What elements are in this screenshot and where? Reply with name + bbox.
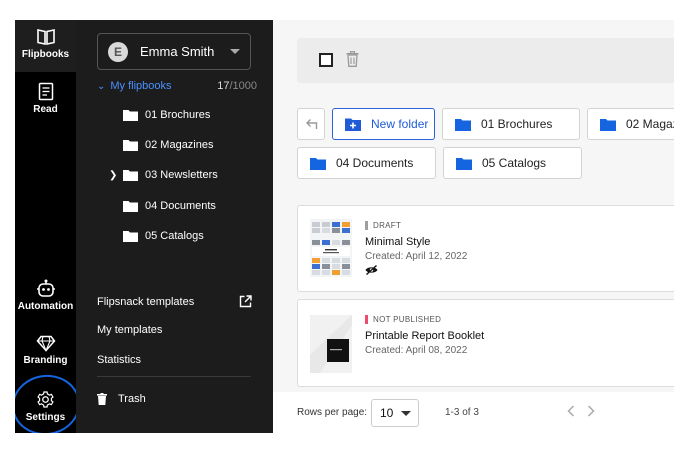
flipbook-title[interactable]: Printable Report Booklet [365,330,484,342]
book-open-icon [36,29,55,45]
user-account-select[interactable]: E Emma Smith [97,33,251,70]
robot-icon [36,279,55,297]
sidebar-divider [97,376,251,377]
my-flipbooks-label: My flipbooks [110,80,172,92]
caret-down-icon [401,410,412,416]
rows-per-page-value: 10 [380,406,394,420]
back-button[interactable] [297,108,325,140]
status-badge: NOT PUBLISHED [365,315,441,324]
status-label: NOT PUBLISHED [373,315,442,324]
page-info: 1-3 of 3 [445,407,479,418]
previous-page-icon[interactable] [566,404,576,418]
trash-icon[interactable] [346,51,359,67]
rail-item-read[interactable]: Read [15,82,76,115]
chevron-down-icon: ⌄ [97,80,106,92]
flipbook-created-date: Created: April 12, 2022 [365,251,468,262]
status-label: DRAFT [373,221,402,230]
select-all-checkbox[interactable] [319,53,333,67]
avatar: E [108,41,128,62]
rail-item-settings[interactable]: Settings [15,390,76,423]
sidebar-link-statistics[interactable]: Statistics [97,354,141,366]
app-window: Flipbooks Read Automation Branding Setti… [15,20,674,433]
sidebar-folder-brochures[interactable]: 01 Brochures [123,109,210,121]
flipbook-thumbnail [310,315,352,373]
status-badge: DRAFT [365,221,401,230]
folder-icon [455,118,471,131]
left-rail: Flipbooks Read Automation Branding Setti… [15,20,84,433]
add-folder-icon [345,118,361,131]
sidebar-folder-catalogs[interactable]: 05 Catalogs [123,230,204,242]
folder-icon [456,157,472,170]
folder-icon [123,231,138,242]
rail-label-flipbooks: Flipbooks [21,49,70,60]
folder-icon [123,170,138,181]
rail-item-flipbooks[interactable]: Flipbooks [15,20,76,72]
folder-icon [123,110,138,121]
flipbook-limit: /1000 [229,80,257,92]
eye-off-icon [365,265,378,275]
document-icon [38,82,53,101]
folder-chip-label: 04 Documents [336,156,414,170]
rail-item-branding[interactable]: Branding [15,335,76,366]
status-indicator [365,221,368,230]
flipbook-card[interactable]: DRAFT Minimal Style Created: April 12, 2… [297,205,674,292]
pagination-footer: Rows per page: 10 1-3 of 3 [273,392,674,433]
flipbook-thumbnail [310,219,352,277]
sidebar: E Emma Smith ⌄ My flipbooks 17/1000 01 B… [76,20,273,433]
back-arrow-icon [305,119,317,129]
sidebar-folder-newsletters[interactable]: ❯ 03 Newsletters [109,169,218,181]
folder-chip-label: 01 Brochures [481,117,553,131]
folder-chip-catalogs[interactable]: 05 Catalogs [443,147,582,179]
folder-label: 03 Newsletters [145,169,218,181]
sidebar-link-my-templates[interactable]: My templates [97,324,162,336]
folder-label: 01 Brochures [145,109,211,121]
rail-label-read: Read [33,104,58,115]
folder-chip-documents[interactable]: 04 Documents [297,147,436,179]
folder-chip-magazines[interactable]: 02 Magazines [587,108,674,140]
trash-icon [97,393,107,405]
folder-label: 04 Documents [145,200,216,212]
next-page-icon[interactable] [586,404,596,418]
folder-chip-label: 05 Catalogs [482,156,547,170]
diamond-icon [36,335,55,352]
new-folder-button[interactable]: New folder [332,108,435,140]
rows-per-page-label: Rows per page: [297,407,368,418]
rows-per-page-select[interactable]: 10 [371,399,419,427]
rail-item-automation[interactable]: Automation [15,279,76,312]
sidebar-folder-documents[interactable]: 04 Documents [123,200,216,212]
folder-icon [600,118,616,131]
status-indicator [365,315,368,324]
rail-label-settings: Settings [25,412,66,423]
chevron-right-icon[interactable]: ❯ [109,170,117,181]
new-folder-label: New folder [371,117,429,131]
my-flipbooks-header[interactable]: ⌄ My flipbooks 17/1000 [97,80,257,92]
sidebar-link-flipsnack-templates[interactable]: Flipsnack templates [97,296,194,308]
flipbook-card[interactable]: NOT PUBLISHED Printable Report Booklet C… [297,299,674,387]
sidebar-link-trash[interactable]: Trash [97,393,146,405]
flipbook-created-date: Created: April 08, 2022 [365,345,468,356]
folder-icon [123,201,138,212]
trash-label: Trash [118,393,146,405]
selection-toolbar [297,38,674,83]
folder-chip-label: 02 Magazines [626,117,674,131]
folder-icon [310,157,326,170]
flipbook-title[interactable]: Minimal Style [365,236,430,248]
flipbook-count: 17 [217,80,230,92]
main-panel: New folder 01 Brochures 02 Magazines 04 … [273,20,674,433]
rail-label-automation: Automation [17,301,74,312]
folder-chip-brochures[interactable]: 01 Brochures [442,108,580,140]
gear-icon [37,391,54,408]
sidebar-folder-magazines[interactable]: 02 Magazines [123,139,214,151]
folder-icon [123,140,138,151]
user-name: Emma Smith [140,44,215,59]
folder-label: 05 Catalogs [145,230,204,242]
rail-label-branding: Branding [23,355,68,366]
caret-down-icon [230,49,240,54]
folder-label: 02 Magazines [145,139,214,151]
external-link-icon[interactable] [239,295,252,308]
